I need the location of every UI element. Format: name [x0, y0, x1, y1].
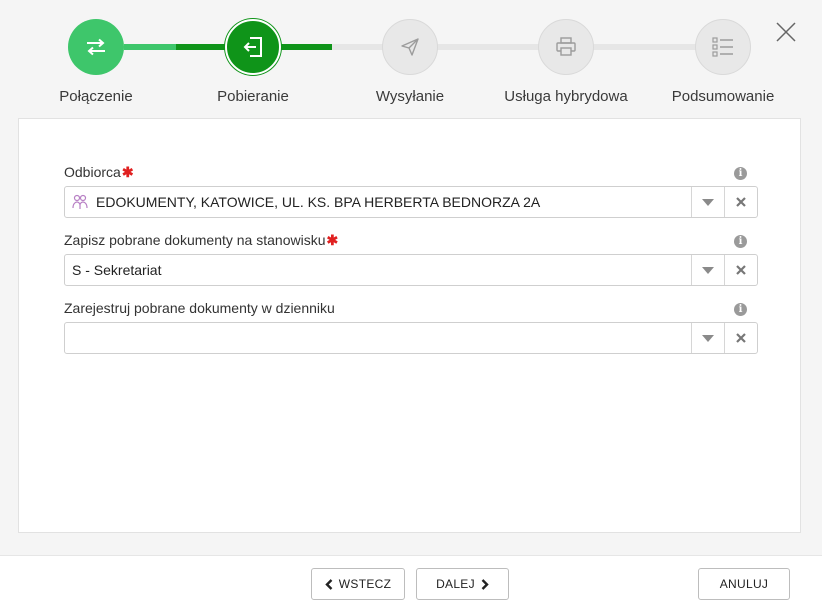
dropdown-toggle[interactable]: [691, 323, 724, 353]
clear-button[interactable]: [724, 187, 757, 217]
dialog-footer: WSTECZ DALEJ ANULUJ: [0, 555, 822, 607]
info-icon[interactable]: i: [734, 167, 747, 180]
progress-bar-segment-3: [280, 44, 332, 50]
form-panel: Odbiorca✱ i EDOKUMENTY, KATOWICE, UL. KS…: [18, 118, 801, 533]
recipient-label-text: Odbiorca: [64, 164, 121, 180]
chevron-right-icon: [481, 578, 489, 590]
step-label-download: Pobieranie: [217, 88, 289, 105]
back-button-label: WSTECZ: [338, 577, 392, 591]
sign-in-icon: [243, 37, 262, 57]
next-button-label: DALEJ: [436, 577, 475, 591]
journal-select[interactable]: [64, 322, 758, 354]
recipient-label: Odbiorca✱: [64, 164, 134, 181]
transfer-arrows-icon: [87, 38, 105, 56]
step-hybrid[interactable]: [538, 19, 594, 75]
clear-button[interactable]: [724, 255, 757, 285]
step-label-hybrid: Usługa hybrydowa: [504, 88, 628, 105]
step-download[interactable]: [225, 19, 281, 75]
caret-down-icon: [702, 334, 714, 342]
workstation-label: Zapisz pobrane dokumenty na stanowisku✱: [64, 232, 338, 249]
workstation-select[interactable]: S - Sekretariat: [64, 254, 758, 286]
recipient-value: EDOKUMENTY, KATOWICE, UL. KS. BPA HERBER…: [96, 194, 541, 210]
step-label-summary: Podsumowanie: [671, 88, 775, 105]
required-marker: ✱: [121, 164, 134, 180]
clear-x-icon: [736, 197, 746, 207]
dropdown-toggle[interactable]: [691, 187, 724, 217]
clear-x-icon: [736, 265, 746, 275]
cancel-button[interactable]: ANULUJ: [698, 568, 790, 600]
journal-label-text: Zarejestruj pobrane dokumenty w dziennik…: [64, 300, 335, 316]
info-icon[interactable]: i: [734, 303, 747, 316]
printer-icon: [556, 37, 576, 56]
close-button[interactable]: [774, 20, 798, 44]
step-connection[interactable]: [68, 19, 124, 75]
wizard-stepper: Połączenie Pobieranie Wysyłanie Usługa h…: [0, 0, 822, 118]
clear-button[interactable]: [724, 323, 757, 353]
next-button[interactable]: DALEJ: [416, 568, 509, 600]
caret-down-icon: [702, 198, 714, 206]
recipient-type-icon: [72, 194, 88, 209]
checklist-icon: [712, 37, 733, 57]
journal-label: Zarejestruj pobrane dokumenty w dziennik…: [64, 300, 335, 316]
recipient-select[interactable]: EDOKUMENTY, KATOWICE, UL. KS. BPA HERBER…: [64, 186, 758, 218]
progress-bar-segment-1: [124, 44, 176, 50]
workstation-value: S - Sekretariat: [72, 262, 162, 278]
send-icon: [401, 38, 419, 56]
close-icon: [776, 22, 796, 42]
step-summary[interactable]: [695, 19, 751, 75]
back-button[interactable]: WSTECZ: [311, 568, 405, 600]
step-label-connection: Połączenie: [59, 88, 133, 105]
cancel-button-label: ANULUJ: [719, 577, 769, 591]
required-marker: ✱: [326, 232, 339, 248]
chevron-left-icon: [325, 578, 333, 590]
progress-bar-segment-2: [176, 44, 228, 50]
caret-down-icon: [702, 266, 714, 274]
dropdown-toggle[interactable]: [691, 255, 724, 285]
clear-x-icon: [736, 333, 746, 343]
info-icon[interactable]: i: [734, 235, 747, 248]
step-sending[interactable]: [382, 19, 438, 75]
step-label-sending: Wysyłanie: [375, 88, 445, 105]
workstation-label-text: Zapisz pobrane dokumenty na stanowisku: [64, 232, 326, 248]
